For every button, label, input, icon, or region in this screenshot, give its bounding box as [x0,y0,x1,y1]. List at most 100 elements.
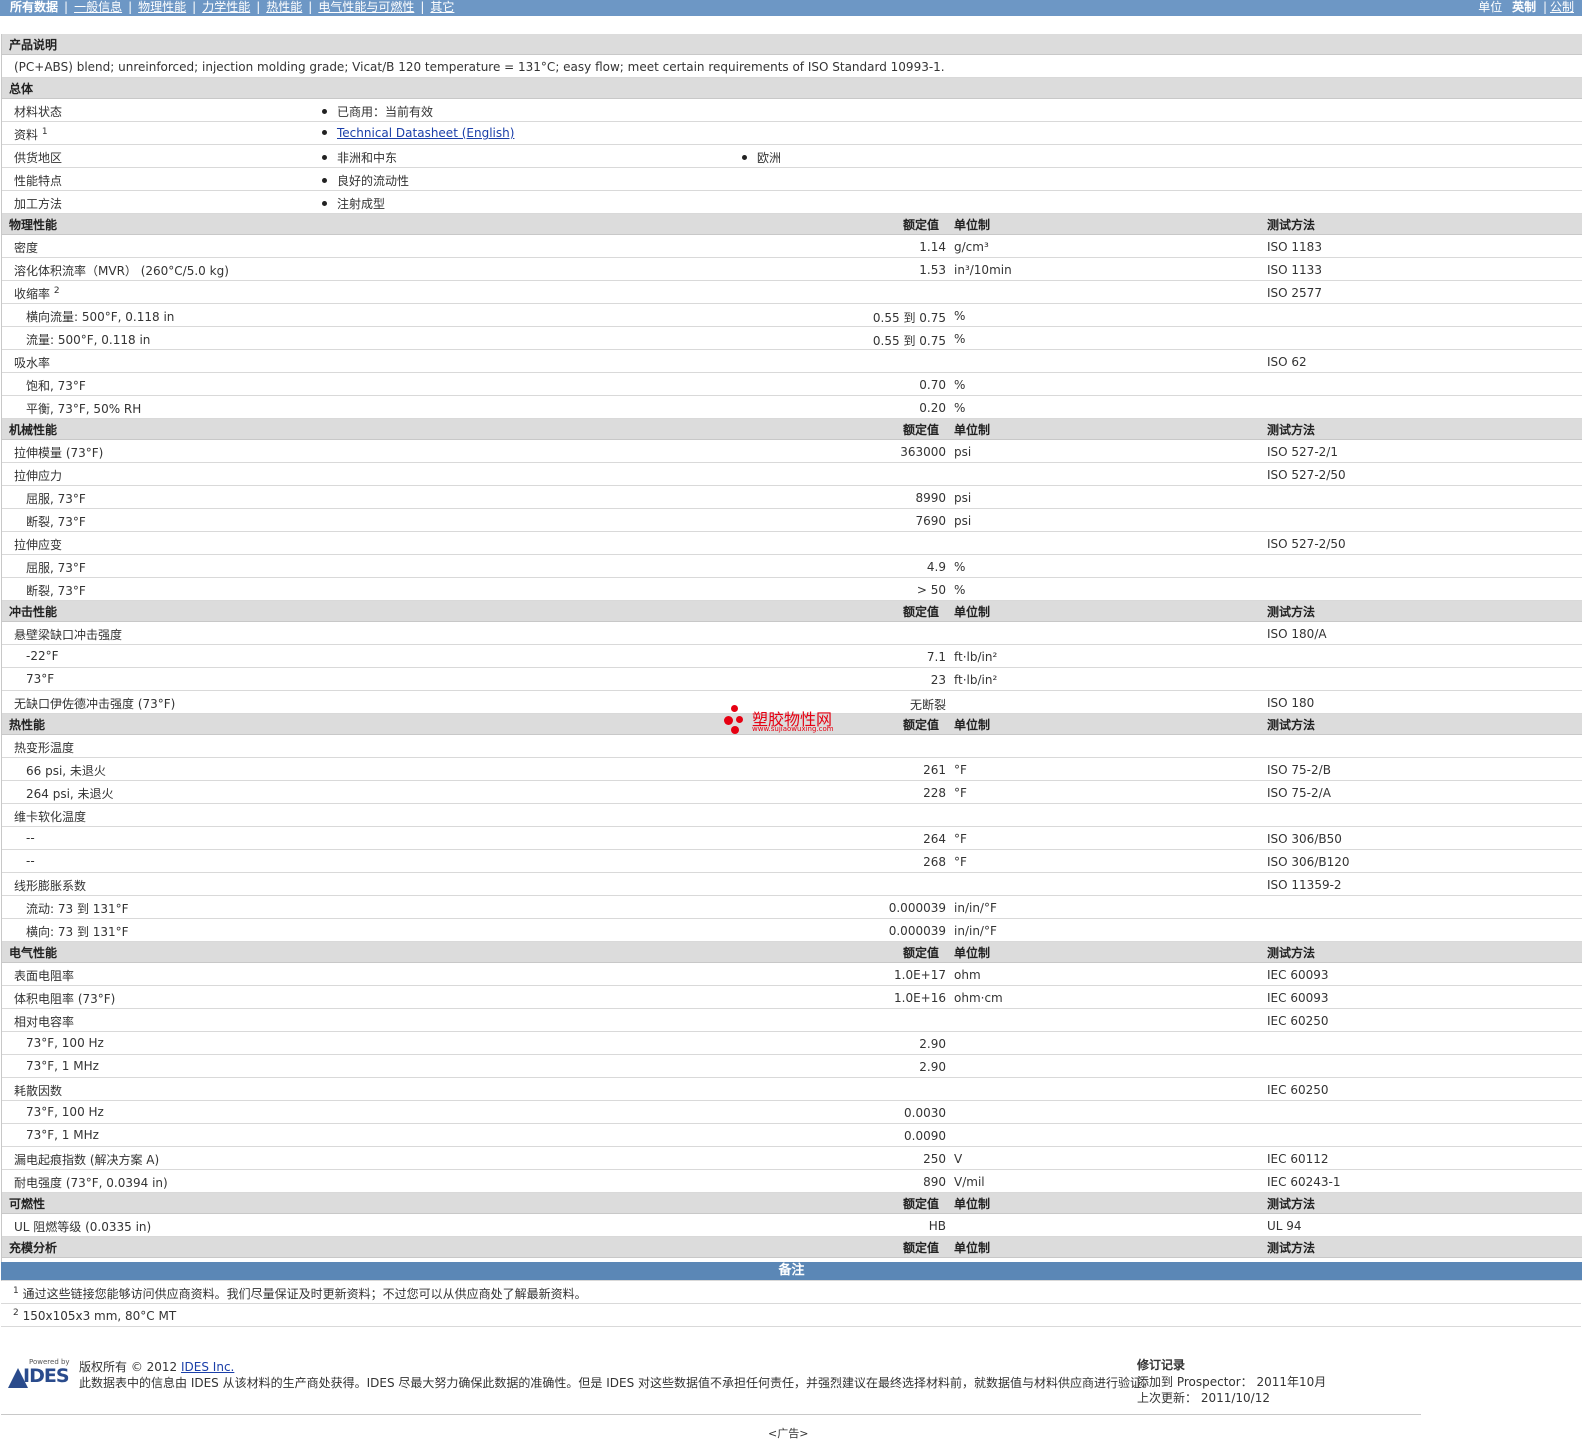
table-row: 屈服, 73°F 8990 psi [2,486,1582,509]
table-row: -- 268 °F ISO 306/B120 [2,850,1582,873]
property-unit: % [954,332,966,346]
property-value: 8990 [915,491,946,505]
property-name: 无缺口伊佐德冲击强度 (73°F) [14,697,176,711]
property-value: 0.000039 [888,901,946,915]
header-unit: 单位制 [954,218,991,232]
test-method: ISO 1183 [1267,240,1322,254]
list-item: 良好的流动性 [322,172,409,189]
property-value: 1.0E+17 [894,968,946,982]
property-label: 悬壁梁缺口冲击强度 [14,626,122,643]
test-method: ISO 527-2/50 [1267,537,1346,551]
test-method: ISO 62 [1267,355,1307,369]
test-method: IEC 60093 [1267,991,1329,1005]
section-header: 物理性能 额定值 单位制 测试方法 [2,214,1582,235]
table-row: 66 psi, 未退火 261 °F ISO 75-2/B [2,758,1582,781]
property-unit: in/in/°F [954,901,997,915]
section-title: 机械性能 [9,423,58,437]
table-row: 供货地区 非洲和中东 欧洲 [2,145,1582,168]
property-unit: psi [954,445,972,459]
test-method: ISO 306/B50 [1267,832,1342,846]
divider: | [256,0,261,14]
ides-link[interactable]: IDES Inc. [181,1360,234,1374]
property-name: 拉伸模量 (73°F) [14,446,104,460]
category-tabs: 所有数据 | 一般信息 | 物理性能 | 力学性能 | 热性能 | 电气性能与可燃性 | 其它 [10,0,454,16]
table-row: 悬壁梁缺口冲击强度 ISO 180/A [2,622,1582,645]
property-label: 耗散因数 [14,1082,62,1099]
property-value: 无断裂 [909,698,946,712]
property-label: -- [26,831,35,845]
property-name: -- [26,831,35,845]
property-unit: °F [954,763,967,777]
property-label: 66 psi, 未退火 [26,762,106,779]
property-label: 屈服, 73°F [26,559,86,576]
note-item: 1 通过这些链接您能够访问供应商资料。我们尽量保证及时更新资料；不过您可以从供应… [1,1281,1581,1304]
test-method: IEC 60093 [1267,968,1329,982]
unit-metric-button[interactable]: 公制 [1550,0,1574,14]
property-unit: ohm·cm [954,991,1003,1005]
divider: | [128,0,133,14]
table-row: 流动: 73 到 131°F 0.000039 in/in/°F [2,896,1582,919]
table-row: 屈服, 73°F 4.9% [2,555,1582,578]
tab-mechanical[interactable]: 力学性能 [202,0,250,14]
logo-text: IDES [23,1365,70,1387]
section-title: 物理性能 [9,218,58,232]
property-label: 拉伸模量 (73°F) [14,444,103,461]
property-name: 流动: 73 到 131°F [26,902,129,916]
header-unit: 单位制 [954,946,991,960]
list-item: Technical Datasheet (English) [322,126,514,140]
table-row: UL 阻燃等级 (0.0335 in) HB UL 94 [2,1214,1582,1237]
description-text: (PC+ABS) blend; unreinforced; injection … [14,60,945,74]
property-name: 66 psi, 未退火 [26,764,106,778]
datasheet-link[interactable]: Technical Datasheet (English) [337,126,514,140]
header-unit: 单位制 [954,423,991,437]
property-value: 1.53 [919,263,946,277]
tab-thermal[interactable]: 热性能 [266,0,302,14]
tab-physical[interactable]: 物理性能 [138,0,186,14]
header-value: 额定值 [902,718,939,732]
bullet-icon [322,155,327,160]
tab-all-data[interactable]: 所有数据 [10,0,58,14]
tab-general-info[interactable]: 一般信息 [74,0,122,14]
section-title: 总体 [9,82,34,96]
test-method: IEC 60250 [1267,1014,1329,1028]
feature-value: 良好的流动性 [337,174,410,188]
header-unit: 单位制 [954,1241,991,1255]
property-name: 吸水率 [14,356,51,370]
property-label: 流量: 500°F, 0.118 in [26,331,150,348]
bullet-icon [322,109,327,114]
table-row: 维卡软化温度 [2,804,1582,827]
table-row: 73°F, 1 MHz 2.90 [2,1055,1582,1078]
table-row: 断裂, 73°F 7690 psi [2,509,1582,532]
property-label: 线形膨胀系数 [14,877,86,894]
test-method: ISO 306/B120 [1267,855,1350,869]
property-name: 73°F, 1 MHz [26,1059,99,1073]
tab-other[interactable]: 其它 [430,0,454,14]
test-method: IEC 60250 [1267,1083,1329,1097]
list-item: 已商用：当前有效 [322,103,433,120]
table-row: 拉伸模量 (73°F) 363000 psi ISO 527-2/1 [2,440,1582,463]
property-label: 73°F, 100 Hz [26,1036,104,1050]
copyright-text: 版权所有 © 2012 [79,1360,178,1374]
test-method: UL 94 [1267,1219,1302,1233]
property-name: 断裂, 73°F [26,584,86,598]
region-value: 欧洲 [757,151,782,165]
table-row: 热变形温度 [2,735,1582,758]
table-row: 断裂, 73°F > 50% [2,578,1582,601]
property-value: HB [928,1219,946,1233]
property-name: 屈服, 73°F [26,492,86,506]
test-method: ISO 527-2/50 [1267,468,1346,482]
property-name: 相对电容率 [14,1015,75,1029]
property-name: 线形膨胀系数 [14,879,87,893]
row-label: 资料 1 [14,126,48,143]
footer: Powered by IDES 版权所有 © 2012 IDES Inc. 此数… [1,1352,1421,1415]
bullet-icon [322,130,327,135]
property-value: 0.20 [919,401,946,415]
property-name: UL 阻燃等级 (0.0335 in) [14,1220,152,1234]
tab-electrical-flammability[interactable]: 电气性能与可燃性 [318,0,414,14]
header-test-method: 测试方法 [1267,1241,1316,1255]
table-row: 资料 1 Technical Datasheet (English) [2,122,1582,145]
unit-english-button[interactable]: 英制 [1512,0,1536,14]
table-row: 横向: 73 到 131°F 0.000039 in/in/°F [2,919,1582,942]
property-label: 73°F, 100 Hz [26,1105,104,1119]
logo-dot [731,726,739,734]
